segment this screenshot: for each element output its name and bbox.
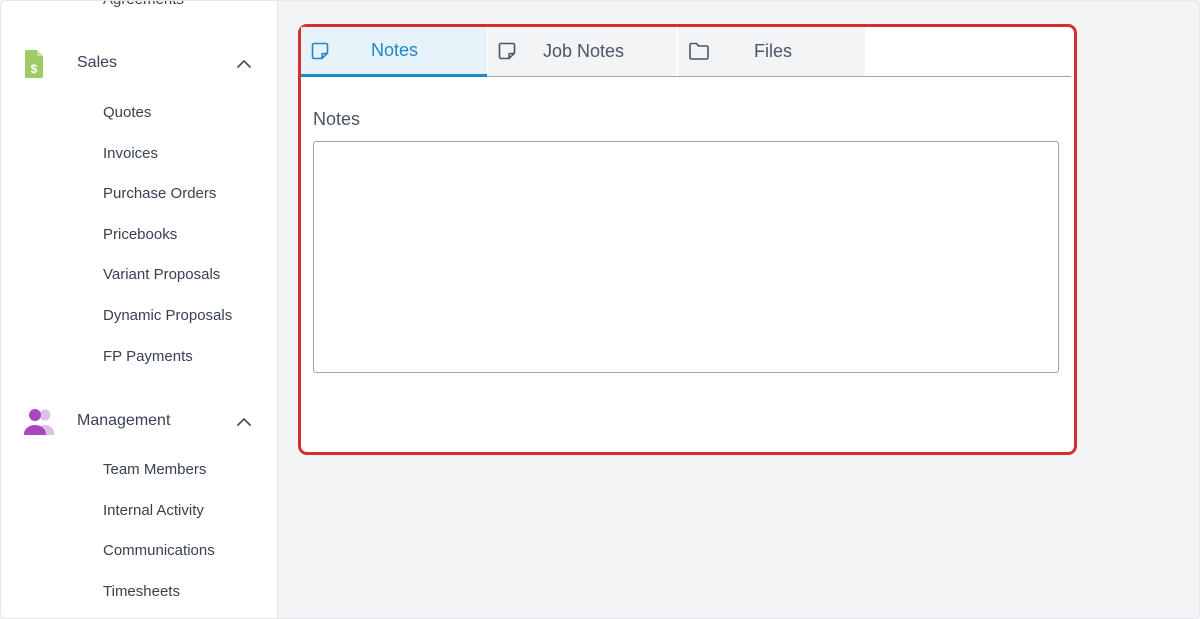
notes-textarea[interactable] [313, 141, 1059, 373]
tab-label: Notes [371, 40, 419, 60]
tab-files[interactable]: Files [678, 27, 865, 76]
chevron-up-icon[interactable] [236, 415, 252, 427]
sidebar: Agreements $ Sales Quotes Invoices Purch… [1, 1, 278, 618]
chevron-up-icon[interactable] [236, 57, 252, 69]
sidebar-item-timesheets[interactable]: Timesheets [103, 581, 180, 603]
sidebar-item-dynamic-proposals[interactable]: Dynamic Proposals [103, 305, 232, 327]
notes-panel: Notes Job Notes Files Notes [298, 24, 1077, 455]
sidebar-item-invoices[interactable]: Invoices [103, 143, 158, 165]
svg-text:$: $ [31, 62, 38, 76]
invoice-dollar-icon: $ [23, 49, 61, 79]
sidebar-item-internal-activity[interactable]: Internal Activity [103, 500, 204, 522]
tab-notes[interactable]: Notes [301, 27, 487, 77]
notes-field-label: Notes [313, 109, 361, 129]
sidebar-section-label: Management [77, 412, 171, 429]
app-frame: Agreements $ Sales Quotes Invoices Purch… [0, 0, 1200, 619]
sidebar-item-communications[interactable]: Communications [103, 540, 215, 562]
sidebar-item-agreements[interactable]: Agreements [103, 1, 184, 8]
sidebar-item-team-members[interactable]: Team Members [103, 459, 206, 481]
tab-bar: Notes Job Notes Files [301, 27, 1071, 77]
sidebar-item-fp-payments[interactable]: FP Payments [103, 346, 193, 368]
sidebar-item-purchase-orders[interactable]: Purchase Orders [103, 183, 216, 205]
sidebar-section-label: Sales [77, 54, 118, 71]
sidebar-item-quotes[interactable]: Quotes [103, 102, 151, 124]
sticky-note-icon [311, 42, 329, 60]
users-icon [23, 407, 61, 437]
sidebar-item-variant-proposals[interactable]: Variant Proposals [103, 264, 220, 286]
sidebar-section-management[interactable]: Management [1, 401, 278, 441]
tab-label: Job Notes [543, 41, 625, 61]
sticky-note-icon [498, 42, 516, 60]
sidebar-section-sales[interactable]: $ Sales [1, 43, 278, 83]
tab-label: Files [754, 41, 793, 61]
sidebar-item-pricebooks[interactable]: Pricebooks [103, 224, 177, 246]
tab-job-notes[interactable]: Job Notes [488, 27, 676, 76]
folder-icon [688, 42, 710, 60]
